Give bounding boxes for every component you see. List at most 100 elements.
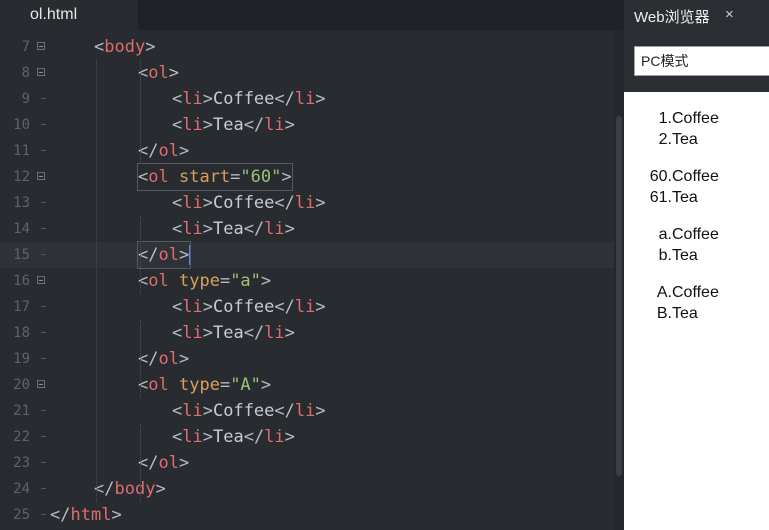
token-tag: li bbox=[294, 89, 316, 109]
list-item: B. Tea bbox=[624, 303, 769, 324]
token-bracket: > bbox=[260, 375, 272, 395]
token-bracket: > bbox=[178, 349, 190, 369]
list-marker: 1. bbox=[658, 110, 672, 127]
token-bracket: > bbox=[145, 37, 156, 57]
token-str: "a" bbox=[230, 271, 261, 291]
indent-guide bbox=[140, 60, 142, 164]
fold-gutter-mark bbox=[41, 254, 46, 255]
fold-gutter-mark bbox=[41, 306, 46, 307]
code-area[interactable]: 7 <body> 8 <ol> 9 <li>Coffee</li> 10 <li>Tea</l… bbox=[0, 34, 624, 528]
code-line[interactable]: 19 </ol> bbox=[0, 346, 624, 372]
code-line[interactable]: 13 <li>Coffee</li> bbox=[0, 190, 624, 216]
token-plain: Tea bbox=[212, 323, 244, 343]
vertical-scrollbar-thumb[interactable] bbox=[616, 116, 622, 476]
code-text: <li>Tea</li> bbox=[172, 424, 295, 450]
close-icon[interactable]: × bbox=[725, 6, 734, 23]
token-bracket: > bbox=[202, 323, 213, 343]
token-tag: li bbox=[182, 323, 203, 343]
fold-toggle-icon[interactable] bbox=[37, 380, 45, 388]
indent-guide bbox=[140, 216, 142, 294]
code-line[interactable]: 7 <body> bbox=[0, 34, 624, 60]
editor-tab-bar: ol.html bbox=[0, 0, 624, 30]
token-bracket: < bbox=[172, 297, 183, 317]
token-bracket: > bbox=[284, 115, 295, 135]
code-text: <li>Coffee</li> bbox=[172, 86, 326, 112]
fold-toggle-icon[interactable] bbox=[37, 68, 45, 76]
token-tag: li bbox=[182, 115, 203, 135]
token-bracket: > bbox=[111, 505, 122, 525]
code-line[interactable]: 22 <li>Tea</li> bbox=[0, 424, 624, 450]
code-line[interactable]: 8 <ol> bbox=[0, 60, 624, 86]
token-bracket: > bbox=[315, 193, 326, 213]
code-line[interactable]: 18 <li>Tea</li> bbox=[0, 320, 624, 346]
list-item: b. Tea bbox=[624, 245, 769, 266]
token-tag: html bbox=[70, 505, 112, 525]
code-line[interactable]: 20 <ol type="A"> bbox=[0, 372, 624, 398]
token-tag: li bbox=[294, 193, 316, 213]
code-text: <li>Tea</li> bbox=[172, 216, 295, 242]
code-line[interactable]: 12 <ol start="60"> bbox=[0, 163, 624, 191]
fold-toggle-icon[interactable] bbox=[37, 42, 45, 50]
token-bracket: </ bbox=[274, 401, 295, 421]
token-bracket: < bbox=[172, 427, 183, 447]
list-marker: 2. bbox=[658, 131, 672, 148]
token-attr: type bbox=[178, 375, 220, 395]
code-line[interactable]: 21 <li>Coffee</li> bbox=[0, 398, 624, 424]
file-tab-ol-html[interactable]: ol.html bbox=[0, 0, 138, 30]
list-marker: a. bbox=[658, 226, 672, 243]
token-bracket: > bbox=[202, 401, 213, 421]
token-attr: start bbox=[178, 167, 231, 187]
code-text: <li>Coffee</li> bbox=[172, 398, 326, 424]
view-mode-select[interactable]: PC模式 bbox=[634, 46, 769, 76]
code-line[interactable]: 11 </ol> bbox=[0, 138, 624, 164]
token-tag: ol bbox=[158, 349, 179, 369]
code-line[interactable]: 16 <ol type="a"> bbox=[0, 268, 624, 294]
token-bracket: > bbox=[315, 89, 326, 109]
token-tag: ol bbox=[148, 375, 169, 395]
code-line[interactable]: 17 <li>Coffee</li> bbox=[0, 294, 624, 320]
fold-toggle-icon[interactable] bbox=[37, 172, 45, 180]
token-bracket: > bbox=[178, 453, 190, 473]
code-line[interactable]: 15 </ol> bbox=[0, 241, 624, 269]
token-plain: Tea bbox=[212, 115, 244, 135]
fold-toggle-icon[interactable] bbox=[37, 276, 45, 284]
token-attr: type bbox=[178, 271, 220, 291]
token-tag: body bbox=[104, 37, 146, 57]
code-line[interactable]: 10 <li>Tea</li> bbox=[0, 112, 624, 138]
code-line[interactable]: 9 <li>Coffee</li> bbox=[0, 86, 624, 112]
line-number: 15 bbox=[13, 247, 30, 263]
code-editor[interactable]: ol.html 7 <body> 8 <ol> 9 <li>Coffee</li> 10 <l… bbox=[0, 0, 624, 530]
list-marker: b. bbox=[658, 247, 672, 264]
token-bracket: < bbox=[138, 167, 149, 187]
line-number: 10 bbox=[13, 117, 30, 133]
code-line[interactable]: 14 <li>Tea</li> bbox=[0, 216, 624, 242]
token-bracket: > bbox=[202, 115, 213, 135]
code-line[interactable]: 23 </ol> bbox=[0, 450, 624, 476]
browser-tab-title[interactable]: Web浏览器 bbox=[634, 6, 710, 27]
line-number: 23 bbox=[13, 455, 30, 471]
list-marker: 61. bbox=[649, 189, 672, 206]
list-item-text: Tea bbox=[672, 247, 698, 264]
code-text: </ol> bbox=[138, 346, 189, 372]
token-bracket: > bbox=[178, 141, 190, 161]
list-marker: 60. bbox=[649, 168, 672, 185]
token-bracket: > bbox=[315, 401, 326, 421]
token-bracket: < bbox=[172, 89, 183, 109]
token-bracket: </ bbox=[243, 219, 265, 239]
list-item-text: Coffee bbox=[672, 226, 719, 243]
code-line[interactable]: 24 </body> bbox=[0, 476, 624, 502]
token-tag: li bbox=[294, 401, 316, 421]
code-line[interactable]: 25 </html> bbox=[0, 502, 624, 528]
list-item: 61. Tea bbox=[624, 187, 769, 208]
code-text: <li>Coffee</li> bbox=[172, 190, 326, 216]
indent-guide bbox=[140, 320, 142, 398]
code-text: <ol type="A"> bbox=[138, 372, 271, 398]
ordered-list: 1. Coffee 2. Tea bbox=[624, 108, 769, 150]
code-text: <ol start="60"> bbox=[137, 163, 293, 191]
code-text: </body> bbox=[94, 476, 166, 502]
token-bracket: > bbox=[202, 297, 213, 317]
ordered-list: 60. Coffee 61. Tea bbox=[624, 166, 769, 208]
line-number: 19 bbox=[13, 351, 30, 367]
token-tag: li bbox=[182, 427, 203, 447]
